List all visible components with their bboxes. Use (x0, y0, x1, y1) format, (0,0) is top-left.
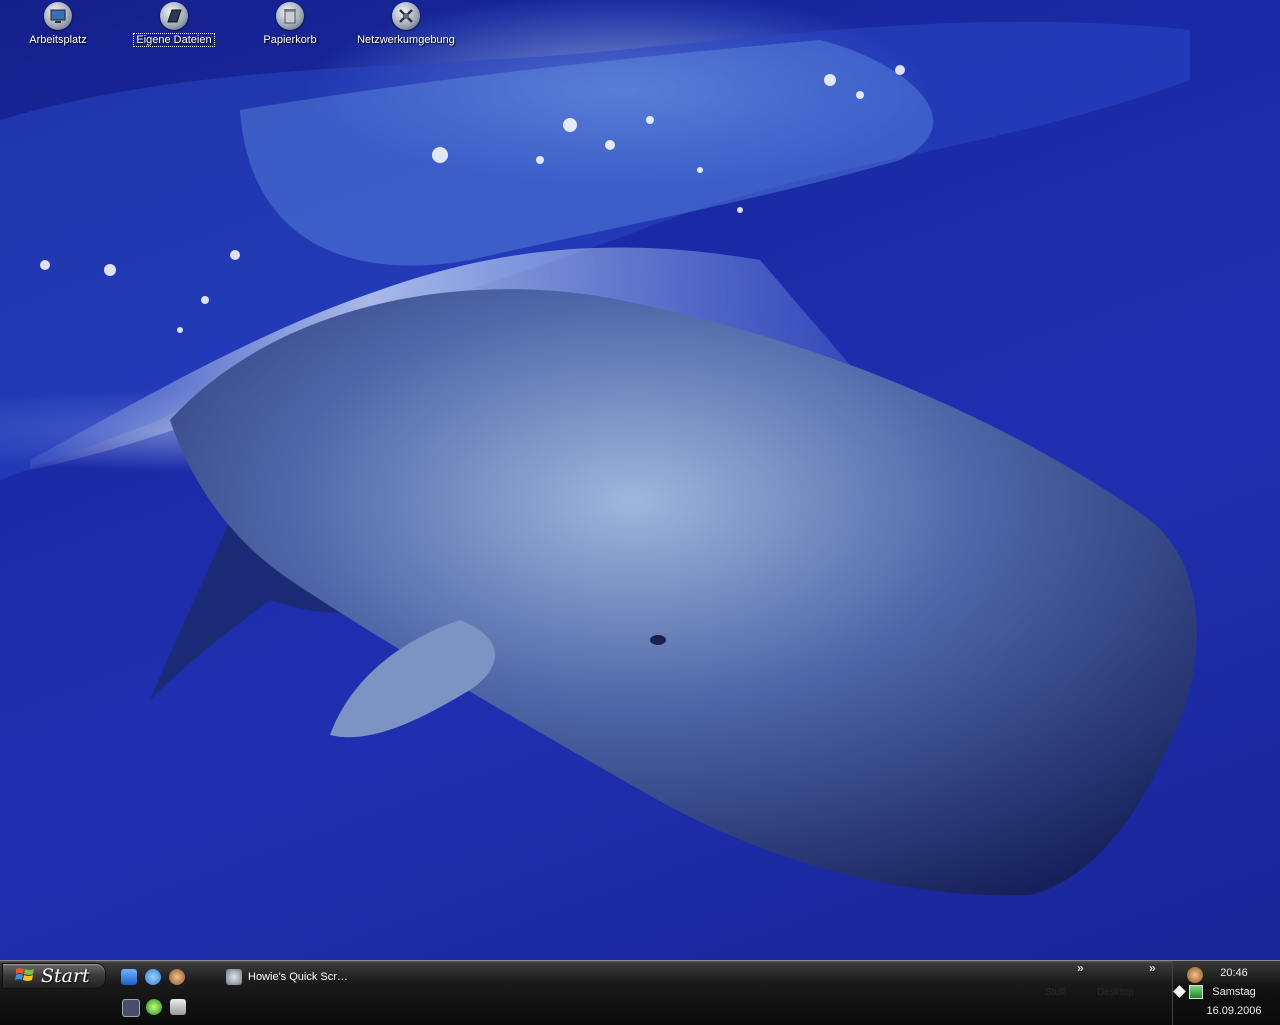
start-label: Start (41, 965, 90, 987)
monkey-app-icon[interactable] (169, 969, 185, 985)
headset-icon[interactable] (122, 999, 140, 1017)
start-button[interactable]: Start (2, 963, 106, 989)
taskbar-button-label: Howie's Quick Scr… (248, 971, 348, 983)
toolbar-label-desktop[interactable]: Desktop (1097, 987, 1134, 998)
desktop-icon-label: Arbeitsplatz (29, 34, 87, 46)
clock-day: Samstag (1212, 986, 1256, 998)
desktop-icon-my-computer[interactable]: Arbeitsplatz (3, 2, 113, 46)
network-places-icon (392, 2, 420, 30)
toolbar-chevron-desktop[interactable]: » (1149, 961, 1156, 975)
desktop-icon-label: Papierkorb (263, 34, 317, 46)
screenshot-tool-icon (226, 969, 242, 985)
taskbar-button-howies-quick-screenshot[interactable]: Howie's Quick Scr… (222, 965, 382, 989)
desktop-icon-label: Eigene Dateien (133, 33, 215, 47)
toolbar-label-stuff[interactable]: Stuff (1045, 987, 1065, 998)
windows-flag-icon (15, 966, 35, 987)
toolbar-chevron-stuff[interactable]: » (1077, 961, 1084, 975)
outlook-express-icon[interactable] (121, 969, 137, 985)
my-documents-icon (160, 2, 188, 30)
desktop[interactable]: Arbeitsplatz Eigene Dateien Papierkorb N… (0, 0, 1280, 960)
desktop-icon-recycle-bin[interactable]: Papierkorb (235, 2, 345, 46)
diamond-tray-icon[interactable] (1173, 985, 1186, 998)
recycle-bin-icon (276, 2, 304, 30)
desktop-icon-label: Netzwerkumgebung (357, 34, 455, 46)
clock-date: 16.09.2006 (1206, 1005, 1262, 1017)
network-card-icon[interactable] (170, 999, 186, 1015)
taskbar: Start Howie's Quick Scr… » Stuff » Deskt… (0, 960, 1280, 1025)
clock-time[interactable]: 20:46 (1199, 967, 1269, 979)
system-tray: 20:46 Samstag 16.09.2006 (1172, 961, 1280, 1025)
desktop-icon-network-places[interactable]: Netzwerkumgebung (351, 2, 461, 46)
desktop-icon-my-documents[interactable]: Eigene Dateien (119, 2, 229, 47)
green-flower-icon[interactable] (146, 999, 162, 1015)
my-computer-icon (44, 2, 72, 30)
internet-explorer-icon[interactable] (145, 969, 161, 985)
wallpaper-sperm-whale (0, 21, 1197, 896)
